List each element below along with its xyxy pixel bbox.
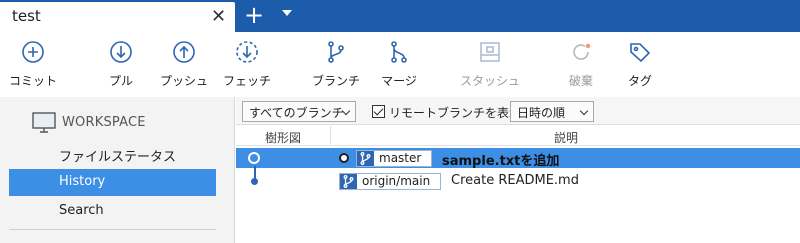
order-dropdown-value: 日時の順 xyxy=(517,106,566,120)
tag-icon xyxy=(630,43,651,63)
sidebar-item-label: ファイルステータス xyxy=(59,150,177,165)
chevron-down-icon xyxy=(579,106,589,116)
branch-name: master xyxy=(379,151,422,165)
pull-icon xyxy=(110,41,132,63)
sidebar: WORKSPACE ファイルステータス History Search xyxy=(0,97,235,243)
commit-button[interactable]: コミット xyxy=(0,40,66,92)
branch-label-origin-main[interactable]: origin/main xyxy=(339,173,441,190)
stash-button[interactable]: スタッシュ xyxy=(457,40,523,92)
column-description[interactable]: 説明 xyxy=(332,126,800,146)
commit-icon xyxy=(22,41,44,63)
tab-title: test xyxy=(12,7,41,25)
monitor-icon xyxy=(32,112,56,133)
close-icon[interactable]: ✕ xyxy=(211,6,226,28)
push-label: プッシュ xyxy=(159,74,208,88)
merge-label: マージ xyxy=(381,74,417,88)
show-remote-label: リモートブランチを表示 xyxy=(389,106,522,120)
branches-dropdown[interactable]: すべてのブランチ xyxy=(242,101,356,122)
sidebar-item-file-status[interactable]: ファイルステータス xyxy=(9,141,216,168)
stash-icon xyxy=(480,42,500,62)
pull-label: プル xyxy=(108,74,133,88)
order-dropdown[interactable]: 日時の順 xyxy=(510,101,594,122)
tab-bar: test ✕ + xyxy=(0,0,800,32)
history-column-header: 樹形図 説明 xyxy=(236,126,800,146)
toolbar: コミット プル プッシュ フェッチ ブランチ マージ スタッシュ 破棄 タグ xyxy=(0,32,800,96)
graph-node xyxy=(248,152,260,164)
sidebar-item-label: Search xyxy=(59,203,104,218)
pull-button[interactable]: プル xyxy=(88,40,154,92)
branch-button[interactable]: ブランチ xyxy=(303,40,369,92)
commit-label: コミット xyxy=(8,74,57,88)
workspace-label: WORKSPACE xyxy=(62,115,146,130)
fetch-icon xyxy=(236,41,258,63)
head-indicator-icon xyxy=(339,153,349,163)
commit-message: Create README.md xyxy=(451,173,579,188)
discard-label: 破棄 xyxy=(568,74,593,88)
branch-icon xyxy=(357,151,374,166)
tag-button[interactable]: タグ xyxy=(607,40,673,92)
push-button[interactable]: プッシュ xyxy=(151,40,217,92)
commit-message: sample.txtを追加 xyxy=(442,154,560,169)
merge-icon xyxy=(391,41,407,63)
branch-label-master[interactable]: master xyxy=(356,150,432,167)
commit-row[interactable]: master sample.txtを追加 xyxy=(236,148,800,169)
fetch-label: フェッチ xyxy=(222,74,271,88)
branch-label: ブランチ xyxy=(311,74,360,88)
push-icon xyxy=(173,41,195,63)
history-filter-bar: すべてのブランチ リモートブランチを表示 日時の順 xyxy=(236,97,800,125)
discard-button[interactable]: 破棄 xyxy=(548,40,614,92)
stash-label: スタッシュ xyxy=(459,74,520,88)
branch-icon xyxy=(328,41,344,63)
sidebar-item-history[interactable]: History xyxy=(9,169,216,196)
column-graph[interactable]: 樹形図 xyxy=(236,126,331,146)
tag-label: タグ xyxy=(627,74,652,88)
commit-row[interactable]: origin/main Create README.md xyxy=(236,171,800,191)
sidebar-item-label: History xyxy=(59,174,106,189)
discard-icon xyxy=(573,43,591,60)
new-tab-button[interactable]: + xyxy=(244,1,264,29)
merge-button[interactable]: マージ xyxy=(366,40,432,92)
branches-dropdown-value: すべてのブランチ xyxy=(249,106,344,120)
chevron-down-icon[interactable] xyxy=(282,10,292,16)
show-remote-checkbox[interactable] xyxy=(372,105,385,118)
sidebar-divider xyxy=(9,229,216,230)
graph-node xyxy=(251,178,258,185)
fetch-button[interactable]: フェッチ xyxy=(214,40,280,92)
repo-tab[interactable]: test ✕ xyxy=(0,2,235,32)
branch-icon xyxy=(340,174,357,189)
branch-name: origin/main xyxy=(362,174,431,188)
sidebar-item-search[interactable]: Search xyxy=(9,198,216,225)
